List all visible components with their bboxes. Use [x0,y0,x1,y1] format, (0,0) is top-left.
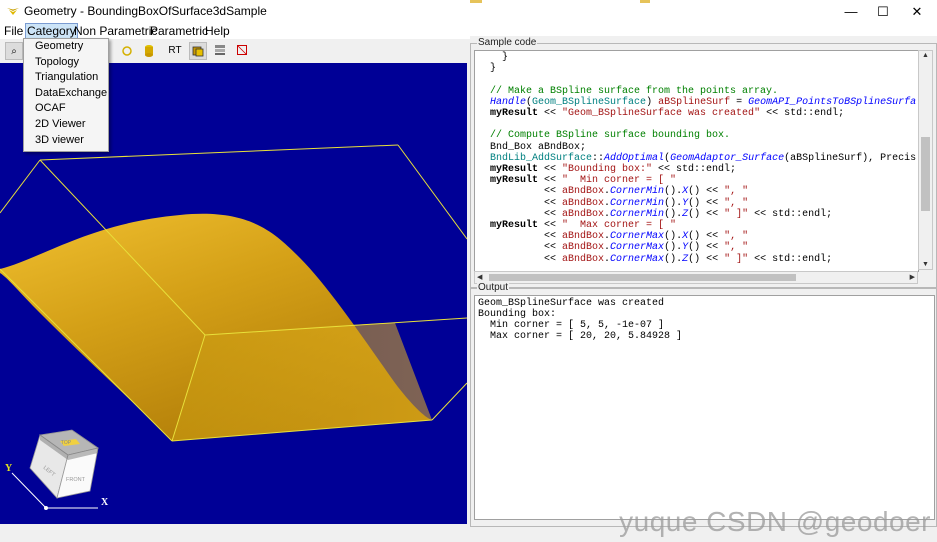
scroll-thumb[interactable] [921,137,930,211]
app-icon [7,8,19,15]
scroll-up-icon[interactable]: ▲ [922,52,929,59]
code-vertical-scrollbar[interactable]: ▲ ▼ [918,50,933,270]
maximize-button[interactable]: ☐ [866,0,900,23]
scroll-thumb[interactable] [489,274,796,281]
menu-item-ocaf[interactable]: OCAF [24,101,108,117]
rt-button[interactable]: RT [166,42,184,60]
output-label: Output [477,282,510,293]
y-axis-label: Y [5,463,13,474]
cylinder-icon[interactable] [140,42,158,60]
menu-help[interactable]: Help [205,24,230,38]
scroll-right-icon[interactable]: ▶ [910,273,915,281]
sample-code-label: Sample code [477,37,538,48]
code-text: } } // Make a BSpline surface from the p… [490,52,917,265]
output-group: Output Geom_BSplineSurface was created B… [470,282,937,527]
view-cube-front: FRONT [66,477,86,483]
code-horizontal-scrollbar[interactable]: ◀ ▶ [474,271,918,284]
close-button[interactable]: ✕ [900,0,934,23]
layers-icon[interactable] [211,42,229,60]
scroll-left-icon[interactable]: ◀ [477,273,482,281]
fit-all-icon[interactable] [118,42,136,60]
category-dropdown: Geometry Topology Triangulation DataExch… [23,38,109,152]
menu-file[interactable]: File [4,24,23,38]
menu-item-2d-viewer[interactable]: 2D Viewer [24,117,108,133]
title-bar: Geometry - BoundingBoxOfSurface3dSample … [0,0,937,23]
wireframe-icon[interactable] [233,42,251,60]
minimize-button[interactable]: — [834,0,868,23]
title-decoration [470,0,482,3]
menu-parametric[interactable]: Parametric [150,24,208,38]
menu-item-dataexchange[interactable]: DataExchange [24,86,108,102]
output-text: Geom_BSplineSurface was created Bounding… [478,298,683,342]
menu-item-3d-viewer[interactable]: 3D viewer [24,133,108,149]
zoom-icon[interactable]: ⌕ [5,42,23,60]
sample-code-group: Sample code } } // Make a BSpline surfac… [470,37,937,288]
scroll-down-icon[interactable]: ▼ [922,261,929,268]
watermark: yuque CSDN @geodoer [619,506,931,537]
sample-code-editor[interactable]: } } // Make a BSpline surface from the p… [474,50,919,272]
menu-item-topology[interactable]: Topology [24,55,108,71]
menu-non-parametric[interactable]: Non Parametric [74,24,157,38]
shading-icon[interactable] [189,42,207,60]
x-axis-label: X [101,497,109,508]
menu-category[interactable]: Category [25,23,78,39]
view-cube[interactable]: TOP LEFT FRONT [29,429,99,499]
output-text-area[interactable]: Geom_BSplineSurface was created Bounding… [474,295,935,520]
menu-item-triangulation[interactable]: Triangulation [24,70,108,86]
right-panel: Sample code } } // Make a BSpline surfac… [470,36,937,527]
title-decoration [640,0,650,3]
menu-item-geometry[interactable]: Geometry [24,39,108,55]
view-cube-top: TOP [61,440,72,446]
window-title: Geometry - BoundingBoxOfSurface3dSample [24,4,267,18]
